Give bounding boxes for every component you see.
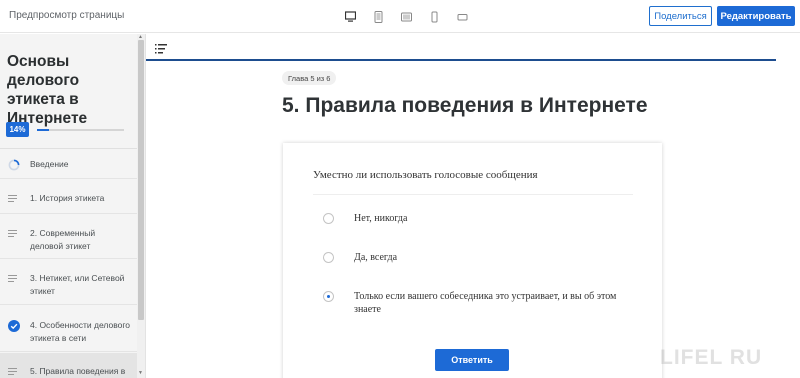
sidebar-item-label: 1. История этикета	[30, 193, 105, 203]
sidebar-item-online-features[interactable]: 4. Особенности делового этикета в сети	[0, 306, 137, 352]
lines-icon	[8, 365, 20, 377]
quiz-divider	[313, 194, 633, 195]
check-circle-icon	[8, 319, 20, 332]
lines-icon	[8, 227, 20, 239]
chapter-tag: Глава 5 из 6	[282, 71, 337, 85]
quiz-card: Уместно ли использовать голосовые сообще…	[283, 143, 662, 378]
progress-bar-fill	[37, 129, 50, 131]
lesson-heading: 5. Правила поведения в Интернете	[282, 94, 648, 117]
sidebar-item-online-rules[interactable]: 5. Правила поведения в	[0, 353, 137, 378]
progress-ring-icon	[8, 158, 20, 171]
edit-button[interactable]: Редактировать	[717, 6, 795, 26]
sidebar-item-netiquette[interactable]: 3. Нетикет, или Сетевой этикет	[0, 260, 137, 305]
sidebar-item-label: 5. Правила поведения в	[30, 366, 126, 376]
quiz-option-label: Нет, никогда	[354, 213, 408, 224]
radio-button[interactable]	[323, 213, 334, 224]
sidebar-item-label: Введение	[30, 159, 69, 169]
sidebar-item-label: 3. Нетикет, или Сетевой этикет	[30, 273, 125, 296]
phone-portrait-icon[interactable]	[429, 10, 440, 23]
submit-answer-button[interactable]: Ответить	[435, 349, 509, 371]
scrollbar-thumb[interactable]	[138, 40, 144, 320]
share-button[interactable]: Поделиться	[649, 6, 712, 26]
menu-icon[interactable]	[155, 41, 167, 54]
radio-button[interactable]	[323, 252, 334, 263]
radio-button-selected[interactable]	[323, 291, 334, 302]
sidebar-item-label: 4. Особенности делового этикета в сети	[30, 320, 130, 343]
tablet-portrait-icon[interactable]	[373, 10, 384, 23]
header-accent-line	[146, 59, 776, 61]
progress-badge: 14%	[6, 122, 29, 137]
lines-icon	[8, 272, 20, 284]
sidebar-item-intro[interactable]: Введение	[0, 149, 137, 179]
phone-landscape-icon[interactable]	[457, 10, 468, 22]
lines-icon	[8, 192, 20, 204]
watermark: LIFEL RU	[660, 346, 763, 369]
top-bar: Предпросмотр страницы Поделиться Редакти…	[0, 0, 800, 33]
sidebar-item-history[interactable]: 1. История этикета	[0, 180, 137, 214]
scroll-down-arrow-icon[interactable]: ▼	[138, 370, 143, 376]
course-sidebar: Основы делового этикета в Интернете 14% …	[0, 34, 146, 378]
sidebar-item-modern-etiquette[interactable]: 2. Современный деловой этикет	[0, 215, 137, 259]
progress-bar	[37, 129, 124, 131]
content-header	[146, 34, 800, 61]
tablet-landscape-icon[interactable]	[401, 10, 412, 22]
course-title: Основы делового этикета в Интернете	[7, 53, 88, 127]
desktop-icon[interactable]	[344, 10, 357, 22]
quiz-question: Уместно ли использовать голосовые сообще…	[313, 169, 538, 181]
content-scroll-area	[776, 61, 790, 378]
quiz-option-label: Только если вашего собеседника это устра…	[354, 291, 617, 315]
preview-title: Предпросмотр страницы	[9, 10, 125, 21]
sidebar-item-label: 2. Современный деловой этикет	[30, 228, 96, 251]
quiz-option-label: Да, всегда	[354, 252, 398, 263]
sidebar-scrollbar[interactable]: ▲ ▼	[137, 34, 145, 378]
device-switcher	[344, 10, 468, 23]
